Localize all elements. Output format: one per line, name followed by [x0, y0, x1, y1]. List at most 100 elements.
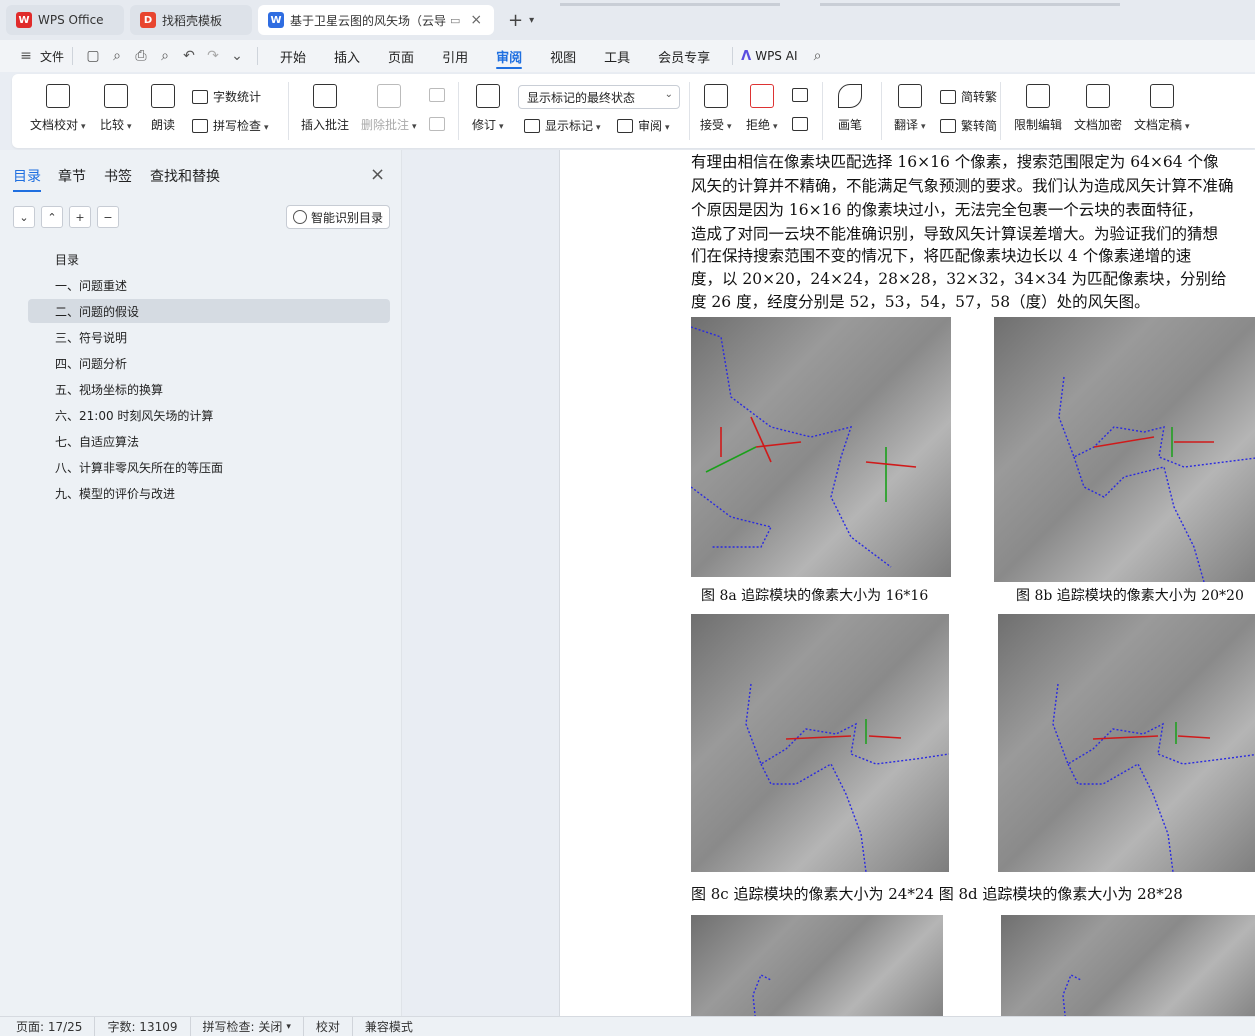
chevron-down-icon[interactable]: ▾: [529, 15, 534, 26]
menu-membership[interactable]: 会员专享: [644, 40, 724, 72]
wind-vector-overlay: [691, 326, 917, 568]
doc-check-icon: [45, 84, 70, 108]
menu-review[interactable]: 审阅: [482, 40, 536, 72]
spell-check-button[interactable]: 拼写检查: [192, 117, 269, 134]
read-aloud-button[interactable]: 朗读: [151, 84, 175, 133]
document-area[interactable]: 有理由相信在像素块匹配选择 16×16 个像素，搜索范围限定为 64×64 个像…: [403, 150, 1255, 1016]
wind-vector-overlay: [1062, 974, 1082, 1016]
chevron-down-icon[interactable]: ⌄: [225, 44, 249, 68]
document-page[interactable]: 有理由相信在像素块匹配选择 16×16 个像素，搜索范围限定为 64×64 个像…: [559, 150, 1255, 1016]
expand-button[interactable]: ⌃: [41, 206, 63, 228]
spell-check-indicator[interactable]: 拼写检查: 关闭 ▾: [191, 1016, 304, 1036]
previous-comment-button[interactable]: [429, 88, 450, 102]
toc-item[interactable]: 八、计算非零风矢所在的等压面: [28, 455, 390, 479]
toc-item-selected[interactable]: 二、问题的假设: [28, 299, 390, 323]
nav-tab-bookmarks[interactable]: 书签: [104, 166, 132, 186]
close-icon[interactable]: ×: [370, 164, 385, 185]
print-preview-icon[interactable]: ⌕: [153, 44, 177, 68]
satellite-image-8b[interactable]: [994, 317, 1255, 582]
menu-page[interactable]: 页面: [374, 40, 428, 72]
close-tab-icon[interactable]: ×: [470, 12, 482, 28]
nav-tab-sections[interactable]: 章节: [58, 166, 86, 186]
monitor-icon[interactable]: ▭: [450, 14, 460, 27]
toc-item[interactable]: 目录: [28, 247, 390, 271]
divider: [881, 82, 882, 140]
print-icon[interactable]: ⎙: [129, 44, 153, 68]
accept-button[interactable]: 接受: [700, 84, 732, 133]
satellite-image-8e[interactable]: [691, 915, 943, 1016]
simplified-to-traditional-icon: [940, 89, 956, 104]
menu-file[interactable]: 文件: [40, 48, 64, 65]
simplified-to-traditional-button[interactable]: 简转繁: [940, 88, 997, 105]
pen-button[interactable]: 画笔: [838, 84, 862, 133]
menu-tools[interactable]: 工具: [590, 40, 644, 72]
show-markup-icon: [524, 118, 540, 133]
collapse-button[interactable]: ⌄: [13, 206, 35, 228]
minus-icon: −: [103, 210, 113, 224]
tab-label: WPS Office: [38, 13, 104, 27]
body-text-line: 们在保持搜索范围不变的情况下，将匹配像素块边长以 4 个像素递增的速: [691, 247, 1192, 265]
satellite-image-8f[interactable]: [1001, 915, 1255, 1016]
menu-references[interactable]: 引用: [428, 40, 482, 72]
remove-heading-button[interactable]: −: [97, 206, 119, 228]
read-aloud-icon: [151, 84, 175, 108]
show-markup-button[interactable]: 显示标记: [524, 117, 601, 134]
markup-state-select[interactable]: 显示标记的最终状态 ⌄: [518, 85, 680, 109]
figure-caption-8a: 图 8a 追踪模块的像素大小为 16*16: [701, 588, 929, 604]
delete-comment-button[interactable]: 删除批注: [361, 84, 417, 133]
undo-icon[interactable]: ↶: [177, 44, 201, 68]
traditional-to-simplified-button[interactable]: 繁转简: [940, 117, 997, 134]
toc-item[interactable]: 五、视场坐标的换算: [28, 377, 390, 401]
next-comment-icon: [429, 117, 445, 131]
toc-item[interactable]: 三、符号说明: [28, 325, 390, 349]
tab-wps-office[interactable]: W WPS Office: [6, 5, 124, 35]
wind-vector-overlay: [1052, 683, 1255, 872]
translate-button[interactable]: 翻译: [894, 84, 926, 133]
toc-item[interactable]: 六、21:00 时刻风矢场的计算: [28, 403, 390, 427]
new-tab-icon[interactable]: +: [508, 10, 523, 31]
satellite-image-8a[interactable]: [691, 317, 951, 577]
tab-current-document[interactable]: W 基于卫星云图的风矢场（云导 ▭ ×: [258, 5, 494, 35]
nav-tab-find-replace[interactable]: 查找和替换: [150, 166, 220, 186]
reject-icon: [749, 84, 774, 108]
divider: [288, 82, 289, 140]
format-painter-icon[interactable]: ⌕: [105, 44, 129, 68]
save-icon[interactable]: ▢: [81, 44, 105, 68]
doc-check-button[interactable]: 文档校对: [30, 84, 86, 133]
reject-button[interactable]: 拒绝: [746, 84, 778, 133]
compare-button[interactable]: 比较: [100, 84, 132, 133]
next-comment-button[interactable]: [429, 117, 450, 131]
tab-docer-templates[interactable]: D 找稻壳模板: [130, 5, 252, 35]
insert-comment-button[interactable]: 插入批注: [301, 84, 349, 133]
toc-item[interactable]: 七、自适应算法: [28, 429, 390, 453]
menu-insert[interactable]: 插入: [320, 40, 374, 72]
tab-shadow: [560, 3, 780, 6]
page-indicator[interactable]: 页面: 17/25: [0, 1016, 96, 1036]
restrict-edit-button[interactable]: 限制编辑: [1014, 84, 1062, 133]
word-doc-icon: W: [268, 12, 284, 28]
body-text-line: 风矢的计算并不精确，不能满足气象预测的要求。我们认为造成风矢计算不准确: [691, 177, 1234, 195]
add-heading-button[interactable]: +: [69, 206, 91, 228]
next-change-button[interactable]: [792, 117, 813, 131]
wps-ai-button[interactable]: WPS AI: [755, 49, 797, 63]
toc-item[interactable]: 四、问题分析: [28, 351, 390, 375]
word-count-indicator[interactable]: 字数: 13109: [95, 1016, 191, 1036]
hamburger-icon[interactable]: ≡: [14, 44, 38, 68]
smart-toc-button[interactable]: 智能识别目录: [286, 205, 390, 229]
revise-button[interactable]: 修订: [472, 84, 504, 133]
toc-item[interactable]: 九、模型的评价与改进: [28, 481, 390, 505]
review-pane-button[interactable]: 审阅: [617, 117, 670, 134]
menu-view[interactable]: 视图: [536, 40, 590, 72]
menu-home[interactable]: 开始: [266, 40, 320, 72]
nav-tab-toc[interactable]: 目录: [13, 166, 41, 192]
previous-change-button[interactable]: [792, 88, 813, 102]
search-icon[interactable]: ⌕: [805, 44, 829, 68]
finalize-button[interactable]: 文档定稿: [1134, 84, 1190, 133]
redo-icon[interactable]: ↷: [201, 44, 225, 68]
satellite-image-8d[interactable]: [998, 614, 1255, 872]
toc-item[interactable]: 一、问题重述: [28, 273, 390, 297]
satellite-image-8c[interactable]: [691, 614, 949, 872]
encrypt-button[interactable]: 文档加密: [1074, 84, 1122, 133]
proofread-indicator[interactable]: 校对: [304, 1016, 353, 1036]
word-count-button[interactable]: 字数统计: [192, 88, 261, 105]
